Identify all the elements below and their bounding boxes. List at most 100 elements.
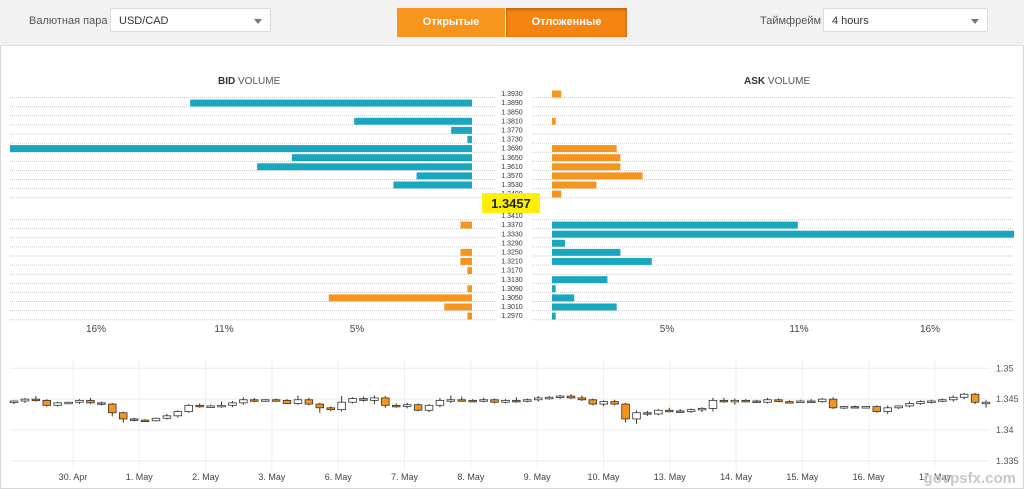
candle-body <box>599 401 608 405</box>
price-level-label: 1.2970 <box>501 313 523 320</box>
ask-axis-label: 5% <box>660 324 675 335</box>
candle-body <box>97 402 106 405</box>
candle-body <box>828 398 838 409</box>
candle-body <box>468 399 477 403</box>
candle-body <box>31 398 41 402</box>
bid-bar <box>444 303 472 311</box>
candlestick-chart: 1.35 1.345 1.34 1.335 30. Apr 1. May 2. May 3. … <box>9 359 1019 482</box>
ask-axis-label: 11% <box>789 324 808 335</box>
candle-body <box>752 400 761 403</box>
candle-body <box>108 403 117 414</box>
candle-body <box>686 409 696 412</box>
watermark: govpsfx.com <box>923 470 1016 487</box>
bid-bar <box>460 248 472 256</box>
bid-axis-label: 11% <box>214 324 233 335</box>
candle-body <box>512 399 521 403</box>
ask-bar <box>552 221 798 229</box>
candle-x-label: 13. May <box>654 472 687 482</box>
candle-x-label: 3. May <box>258 472 286 482</box>
bid-axis-label: 5% <box>350 324 365 335</box>
price-level-label: 1.3410 <box>501 213 523 220</box>
price-level-label: 1.3290 <box>501 240 523 247</box>
candle-body <box>359 398 368 401</box>
candle-body <box>239 399 248 404</box>
candle-body <box>872 406 882 412</box>
candle-body <box>446 399 456 402</box>
candle-body <box>632 412 641 420</box>
candle-body <box>42 399 51 406</box>
candle-body <box>424 404 434 411</box>
candle-body <box>959 393 969 398</box>
candle-x-label: 7. May <box>391 472 419 482</box>
candle-x-label: 1. May <box>126 472 154 482</box>
candle-body <box>708 399 718 409</box>
candle-body <box>413 404 423 411</box>
bid-bar <box>10 145 472 152</box>
candle-body <box>981 401 991 405</box>
candle-body <box>129 418 139 421</box>
candle-body <box>807 400 816 403</box>
ask-bar <box>552 294 575 302</box>
candle-body <box>490 399 499 403</box>
candle-body <box>140 419 150 423</box>
candle-body <box>523 399 532 402</box>
candle-body <box>86 399 95 404</box>
candle-body <box>763 399 772 403</box>
candle-body <box>534 397 543 401</box>
candle-body <box>250 399 259 402</box>
price-level-label: 1.3250 <box>501 250 523 257</box>
candle-body <box>577 397 587 401</box>
ask-bar <box>552 285 556 293</box>
ask-bar <box>552 117 556 125</box>
price-level-label: 1.3530 <box>501 182 523 189</box>
candle-body <box>282 399 292 404</box>
candle-body <box>348 398 357 403</box>
ask-bar <box>552 239 565 247</box>
candle-body <box>435 399 445 406</box>
price-level-label: 1.3090 <box>501 286 523 293</box>
candle-body <box>9 400 19 403</box>
candle-body <box>741 399 750 403</box>
bid-bar <box>190 99 472 107</box>
candle-body <box>228 402 237 406</box>
ask-bar <box>552 312 556 320</box>
price-level-label: 1.3010 <box>501 304 523 311</box>
candle-body <box>970 393 980 403</box>
candle-body <box>588 399 598 405</box>
price-level-label: 1.3810 <box>501 118 523 125</box>
current-price-value: 1.3457 <box>491 196 531 211</box>
ask-bar <box>552 258 652 265</box>
candle-y-label: 1.35 <box>996 363 1014 373</box>
bid-bar <box>460 258 472 265</box>
bid-bar <box>393 181 472 189</box>
candle-body <box>785 401 794 404</box>
candle-body <box>195 404 204 408</box>
candle-body <box>75 399 84 403</box>
bid-bar <box>467 267 472 274</box>
candle-body <box>544 396 554 400</box>
bid-bar <box>328 294 472 302</box>
candle-x-label: 14. May <box>720 472 753 482</box>
candle-body <box>184 404 193 412</box>
price-level-label: 1.3210 <box>501 259 523 266</box>
candle-body <box>839 406 849 409</box>
bid-bar <box>467 136 472 143</box>
candle-body <box>402 404 412 407</box>
candle-x-label: 30. Apr <box>59 472 88 482</box>
candle-body <box>304 399 314 405</box>
candle-body <box>817 398 827 403</box>
candle-body <box>654 409 663 415</box>
price-level-label: 1.3690 <box>501 146 523 153</box>
price-level-label: 1.3770 <box>501 128 523 135</box>
candle-body <box>457 399 466 402</box>
candle-y-label: 1.335 <box>996 456 1019 466</box>
bid-bar <box>460 221 472 229</box>
bid-bar <box>291 154 472 162</box>
candle-body <box>315 403 325 409</box>
candle-x-label: 15. May <box>786 472 819 482</box>
candle-body <box>697 408 707 411</box>
price-level-label: 1.3890 <box>501 100 523 107</box>
ask-bar <box>552 248 621 256</box>
price-level-label: 1.3570 <box>501 173 523 180</box>
bid-bar <box>467 312 472 320</box>
